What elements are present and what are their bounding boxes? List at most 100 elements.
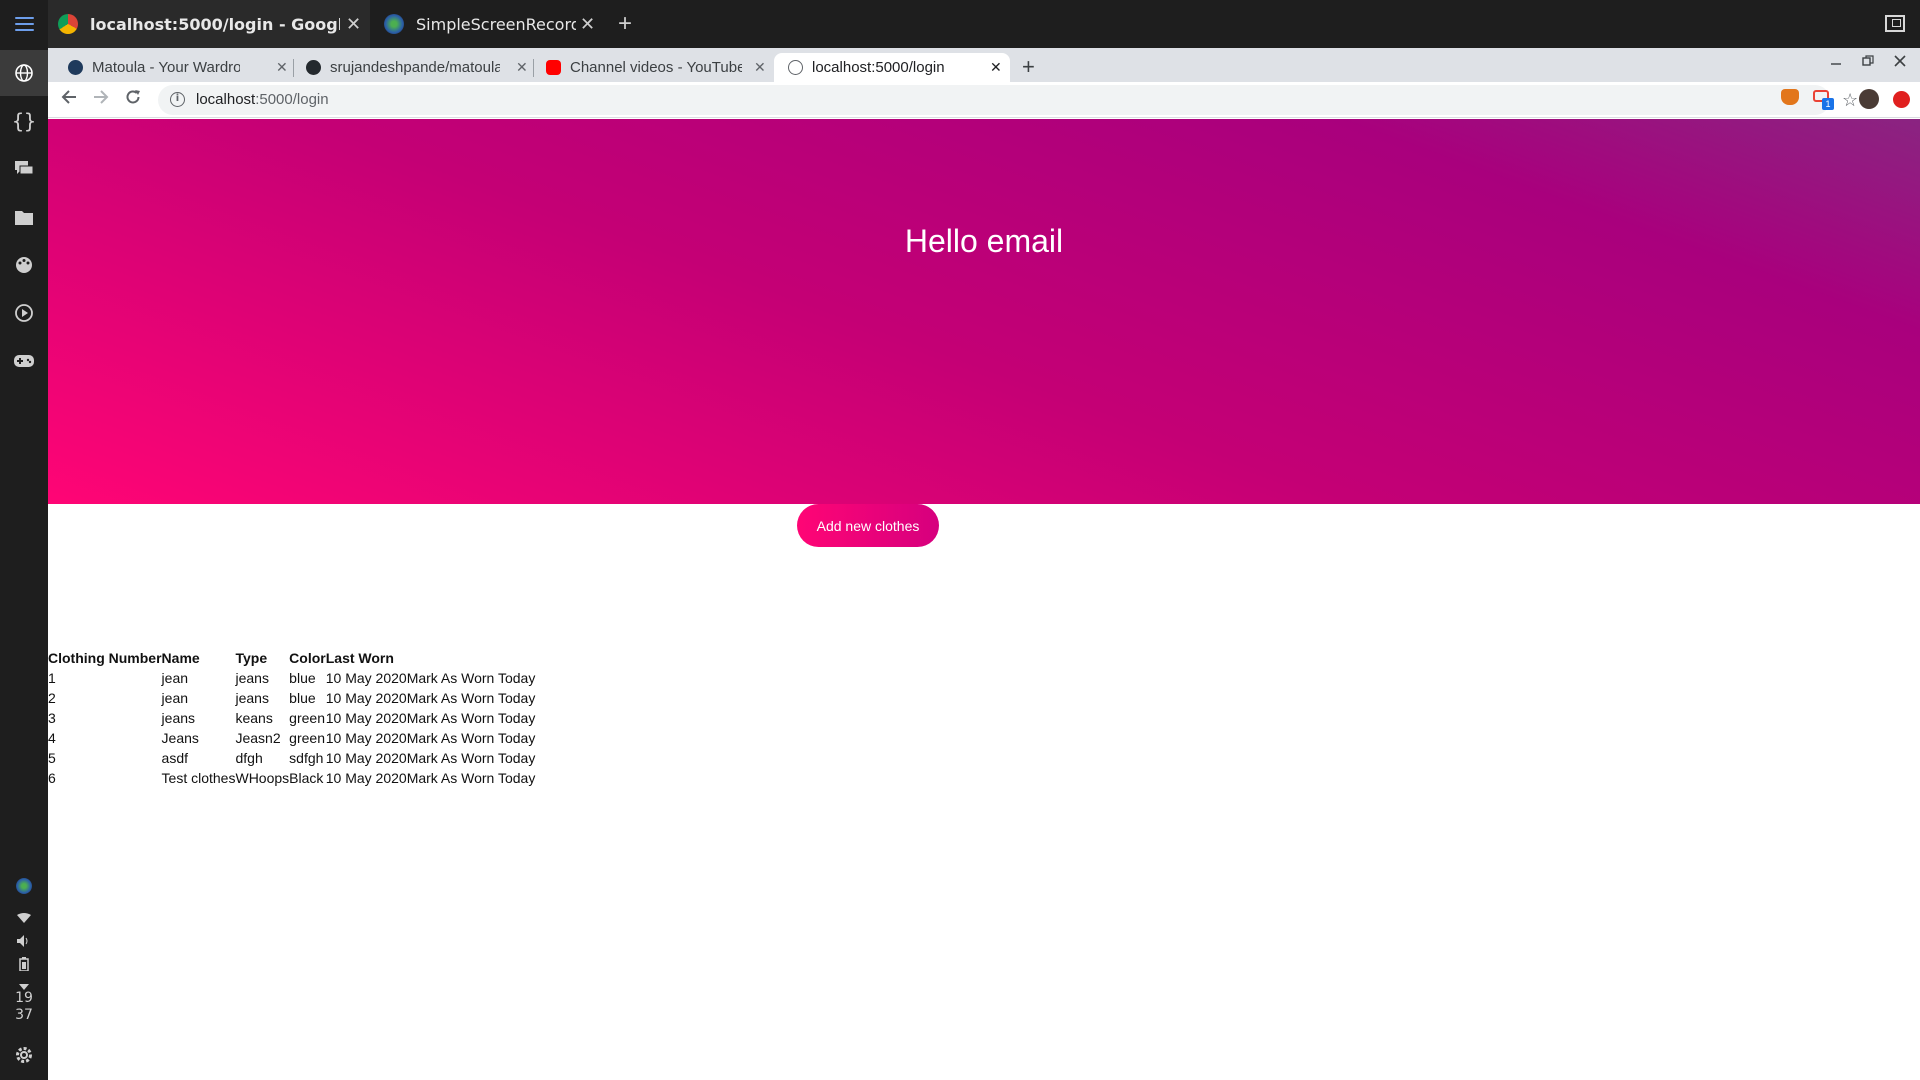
mark-worn-link[interactable]: Mark As Worn Today [407,748,536,768]
cell-name: asdf [161,750,189,766]
new-tab-button[interactable]: + [1022,54,1035,80]
gear-icon[interactable] [0,1032,48,1078]
window-icon[interactable] [1885,15,1905,32]
cell-number: 3 [48,710,56,726]
cell-name: jean [161,670,189,686]
clothes-table: Clothing Number Name Type Color Last Wor… [48,648,535,788]
url-text[interactable]: localhost:5000/login [196,91,329,108]
cell-color: green [289,710,325,726]
url-host: localhost [196,91,256,108]
cell-number: 5 [48,750,56,766]
cell-type: jeans [235,670,269,686]
folder-icon[interactable] [0,194,48,240]
close-window-icon[interactable] [1894,54,1906,70]
add-new-clothes-button[interactable]: Add new clothes [797,504,939,547]
cell-last-worn: 10 May 2020 [325,710,407,726]
browser-tab-strip: Matoula - Your Wardrobe ✕ srujandeshpand… [48,48,1920,82]
browser-tab-youtube[interactable]: Channel videos - YouTube ✕ [546,53,772,82]
extension-red-icon[interactable] [1893,91,1910,108]
table-row: 5 asdf dfgh sdfgh 10 May 2020 Mark As Wo… [48,748,535,768]
minimize-icon[interactable] [1830,54,1842,70]
avatar[interactable] [1859,89,1879,109]
cell-color: sdfgh [289,750,324,766]
close-icon[interactable]: ✕ [346,14,361,35]
globe-favicon-icon [788,60,803,75]
cell-color: blue [289,690,316,706]
os-tab-screenrecorder[interactable]: SimpleScreenRecorder ✕ [384,0,600,48]
cell-type: WHoops [235,770,290,786]
cell-last-worn: 10 May 2020 [325,670,407,686]
browser-tab-label: srujandeshpande/matoula [330,59,500,76]
browser-tab-label: localhost:5000/login [812,59,945,76]
mark-worn-link[interactable]: Mark As Worn Today [407,768,536,788]
cell-last-worn: 10 May 2020 [325,690,407,706]
browser-tab-matoula[interactable]: Matoula - Your Wardrobe ✕ [68,53,294,82]
browser-tab-label: Matoula - Your Wardrobe [92,59,240,76]
cell-type: Jeasn2 [235,730,281,746]
cell-name: jeans [161,710,196,726]
restore-icon[interactable] [1862,54,1874,70]
cell-number: 4 [48,730,56,746]
cell-last-worn: 10 May 2020 [325,770,407,786]
mark-worn-link[interactable]: Mark As Worn Today [407,688,536,708]
close-icon[interactable]: ✕ [754,59,766,76]
menu-icon[interactable] [0,0,48,48]
forward-icon[interactable] [92,88,110,112]
cell-number: 1 [48,670,56,686]
os-top-bar: localhost:5000/login - Google Chro... ✕ … [0,0,1920,48]
os-tab-label: localhost:5000/login - Google Chro... [90,14,340,34]
cell-color: green [289,730,325,746]
hero-banner: Hello email [48,119,1920,504]
matoula-favicon-icon [68,60,83,75]
mark-worn-link[interactable]: Mark As Worn Today [407,668,536,688]
header-clothing-number: Clothing Number [48,650,162,666]
close-icon[interactable]: ✕ [580,14,595,35]
os-tab-chrome[interactable]: localhost:5000/login - Google Chro... ✕ [48,0,370,48]
tab-separator [293,59,294,77]
header-type: Type [235,650,268,666]
code-braces-icon[interactable]: {} [0,98,48,144]
os-dock: {} 19 37 [0,48,48,1080]
clock: 19 37 [0,990,48,1024]
play-icon[interactable] [0,290,48,336]
table-row: 2 jean jeans blue 10 May 2020 Mark As Wo… [48,688,535,708]
table-row: 1 jean jeans blue 10 May 2020 Mark As Wo… [48,668,535,688]
page-title: Hello email [904,223,1064,259]
close-icon[interactable]: ✕ [516,59,528,76]
header-name: Name [161,650,200,666]
cell-last-worn: 10 May 2020 [325,730,407,746]
chrome-icon [58,14,78,34]
new-tab-icon[interactable]: + [618,10,632,38]
header-last-worn: Last Worn [325,650,394,666]
table-row: 3 jeans keans green 10 May 2020 Mark As … [48,708,535,728]
header-color: Color [289,650,326,666]
url-path: :5000/login [255,91,329,108]
page-content: Hello email Add new clothes Clothing Num… [48,119,1920,1080]
mark-worn-link[interactable]: Mark As Worn Today [407,708,536,728]
table-row: 6 Test clothes WHoops Black 10 May 2020 … [48,768,535,788]
reload-icon[interactable] [124,88,142,112]
browser-tab-label: Channel videos - YouTube [570,59,742,76]
cell-last-worn: 10 May 2020 [325,750,407,766]
browser-tab-github[interactable]: srujandeshpande/matoula ✕ [306,53,534,82]
close-icon[interactable]: ✕ [990,59,1002,76]
address-bar[interactable]: i localhost:5000/login ☆ [158,85,1858,115]
cell-number: 6 [48,770,56,786]
cell-name: Test clothes [161,770,236,786]
star-icon[interactable]: ☆ [1842,90,1858,111]
close-icon[interactable]: ✕ [276,59,288,76]
cell-color: blue [289,670,316,686]
tab-separator [533,59,534,77]
metamask-extension-icon[interactable] [1781,89,1799,105]
gamepad-icon[interactable] [0,338,48,384]
header-action [407,648,536,668]
info-icon[interactable]: i [170,92,185,107]
browser-tab-localhost[interactable]: localhost:5000/login ✕ [774,53,1010,82]
palette-icon[interactable] [0,242,48,288]
table-row: 4 Jeans Jeasn2 green 10 May 2020 Mark As… [48,728,535,748]
chat-icon[interactable] [0,146,48,192]
globe-icon[interactable] [0,50,48,96]
back-icon[interactable] [60,88,78,112]
cell-name: Jeans [161,730,199,746]
mark-worn-link[interactable]: Mark As Worn Today [407,728,536,748]
